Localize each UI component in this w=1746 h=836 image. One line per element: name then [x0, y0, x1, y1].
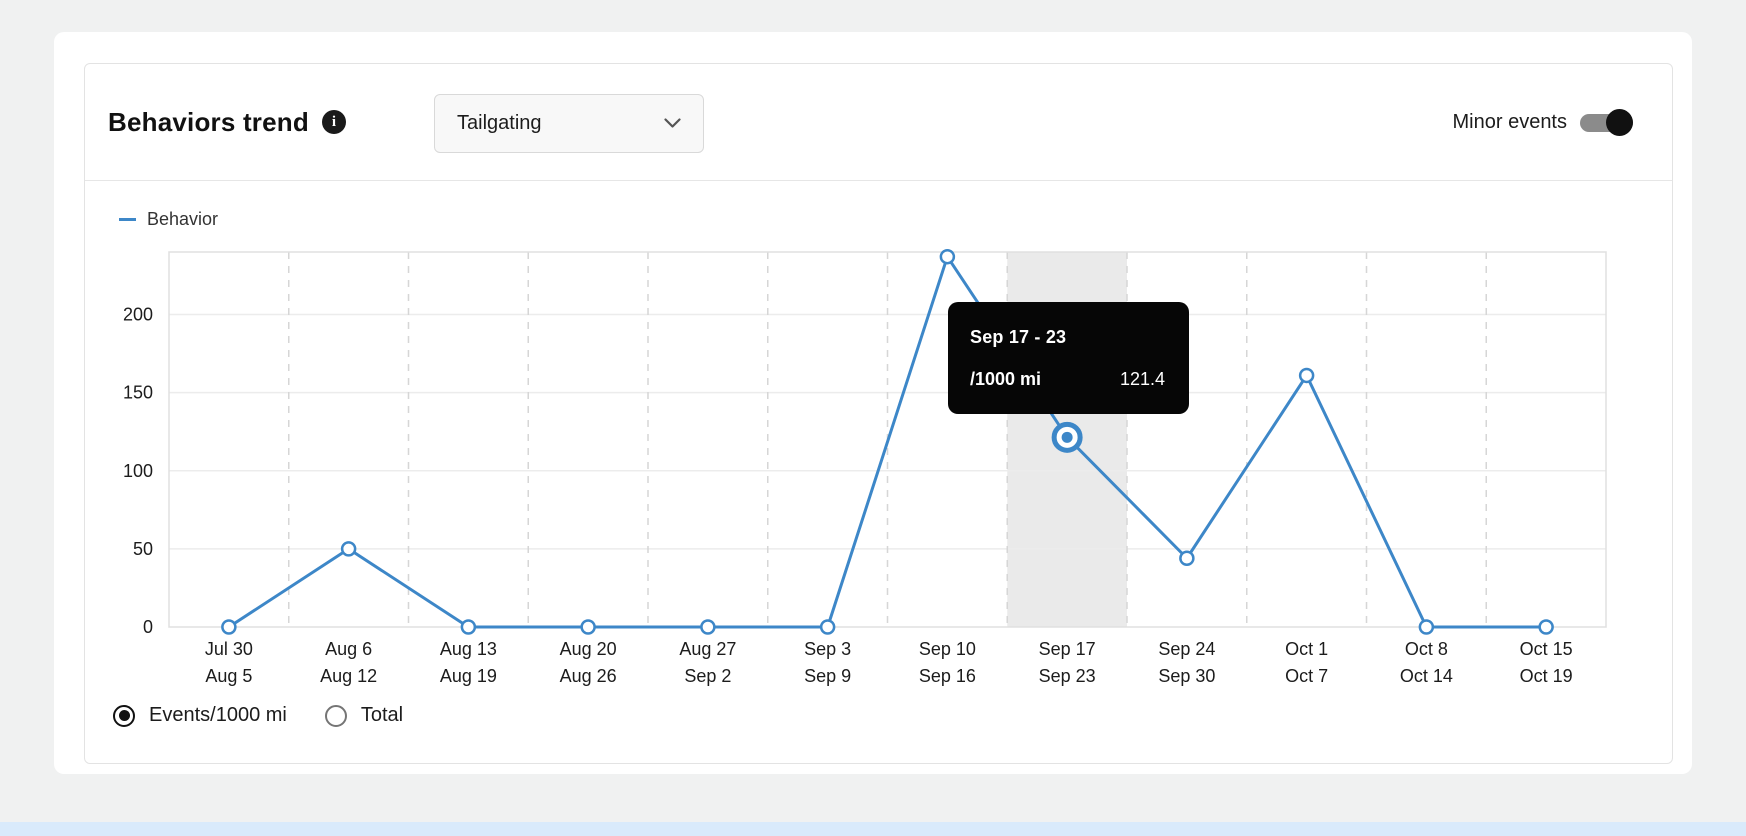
metric-radio-group: Events/1000 mi Total: [113, 704, 403, 727]
radio-events-per-1000mi[interactable]: Events/1000 mi: [113, 704, 287, 727]
data-point[interactable]: [1179, 550, 1195, 566]
y-tick-label: 0: [143, 617, 153, 637]
x-tick-label-start: Aug 13: [440, 639, 497, 659]
x-tick-label-start: Oct 1: [1285, 639, 1328, 659]
toggle-knob: [1606, 109, 1633, 136]
x-tick-label-start: Oct 8: [1405, 639, 1448, 659]
x-tick-label-end: Aug 19: [440, 666, 497, 686]
content-panel: Behaviors trend i Tailgating Minor event…: [54, 32, 1692, 774]
x-tick-label-start: Sep 24: [1158, 639, 1215, 659]
data-point[interactable]: [819, 619, 836, 635]
data-point[interactable]: [580, 619, 596, 635]
x-tick-label-end: Oct 7: [1285, 666, 1328, 686]
radio-dot: [330, 710, 341, 721]
minor-events-group: Minor events: [1452, 64, 1633, 181]
behaviors-trend-line-chart[interactable]: 0 50 100 150 200 Jul 30 Aug 5 Aug 6 Aug 12 Aug 13…: [85, 189, 1674, 689]
behavior-type-dropdown[interactable]: Tailgating: [434, 94, 704, 153]
dropdown-selected-value: Tailgating: [457, 112, 542, 134]
x-tick-label-start: Sep 10: [919, 639, 976, 659]
x-tick-label-end: Sep 23: [1039, 666, 1096, 686]
info-icon[interactable]: i: [321, 110, 346, 134]
x-tick-label-start: Oct 15: [1520, 639, 1573, 659]
bottom-edge-strip: [0, 822, 1746, 836]
x-tick-label-end: Sep 30: [1158, 666, 1215, 686]
minor-events-label: Minor events: [1452, 111, 1568, 133]
data-point[interactable]: [1418, 619, 1435, 635]
x-tick-label-end: Oct 19: [1520, 666, 1573, 686]
chart-tooltip: Sep 17 - 23 /1000 mi 121.4: [948, 302, 1189, 414]
x-tick-label-start: Jul 30: [205, 639, 253, 659]
selected-data-point-core: [1061, 431, 1073, 443]
x-tick-label-start: Aug 20: [560, 639, 617, 659]
tooltip-date-range: Sep 17 - 23: [970, 327, 1067, 347]
data-point[interactable]: [1298, 367, 1315, 384]
y-tick-label: 100: [123, 461, 153, 481]
data-point[interactable]: [700, 619, 716, 635]
data-point[interactable]: [340, 541, 357, 557]
card-title: Behaviors trend: [108, 106, 309, 137]
card-header: Behaviors trend i Tailgating Minor event…: [85, 64, 1672, 181]
y-tick-label: 150: [123, 383, 153, 403]
tooltip-value: 121.4: [1119, 369, 1165, 389]
x-tick-label-end: Aug 26: [560, 666, 617, 686]
x-tick-label-start: Aug 6: [325, 639, 372, 659]
x-tick-label-end: Sep 16: [919, 666, 976, 686]
minor-events-toggle[interactable]: [1580, 109, 1633, 136]
data-point[interactable]: [939, 248, 956, 265]
radio-button-icon: [324, 704, 347, 727]
x-tick-label-end: Sep 9: [804, 666, 851, 686]
data-point[interactable]: [460, 619, 477, 635]
data-point[interactable]: [1538, 619, 1554, 635]
radio-label: Events/1000 mi: [149, 704, 287, 726]
x-tick-label-end: Aug 12: [320, 666, 377, 686]
x-tick-label-start: Sep 17: [1039, 639, 1096, 659]
tooltip-metric-label: /1000 mi: [970, 369, 1042, 389]
radio-total[interactable]: Total: [324, 704, 404, 727]
chevron-down-icon: [664, 118, 681, 128]
radio-label: Total: [360, 704, 404, 726]
radio-dot: [118, 710, 130, 721]
y-tick-label: 50: [133, 539, 153, 559]
x-tick-label-end: Aug 5: [205, 666, 252, 686]
x-tick-label-start: Aug 27: [679, 639, 736, 659]
tooltip-row: /1000 mi 121.4: [970, 369, 1165, 390]
y-tick-label: 200: [123, 305, 153, 325]
radio-button-icon: [113, 704, 135, 727]
x-tick-label-end: Oct 14: [1400, 666, 1453, 686]
x-tick-label-end: Sep 2: [684, 666, 731, 686]
behaviors-trend-card: Behaviors trend i Tailgating Minor event…: [84, 63, 1673, 764]
title-group: Behaviors trend i: [108, 107, 346, 138]
data-point[interactable]: [221, 619, 237, 635]
x-tick-label-start: Sep 3: [804, 639, 851, 659]
